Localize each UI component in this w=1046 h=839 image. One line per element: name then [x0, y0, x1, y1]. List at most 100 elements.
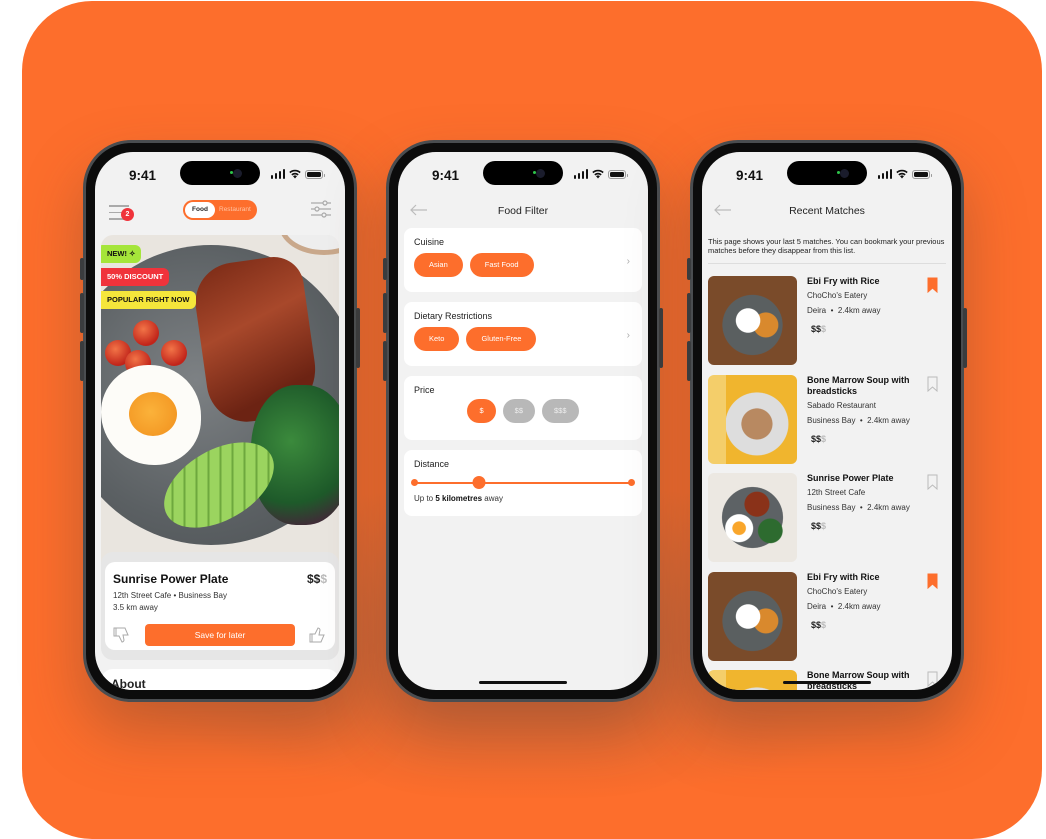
nav-bar: Food Filter: [398, 196, 648, 226]
chip-fast-food[interactable]: Fast Food: [469, 253, 534, 277]
dynamic-island: [180, 161, 260, 185]
distance-slider[interactable]: [411, 475, 635, 491]
match-item[interactable]: Bone Marrow Soup with breadsticksSabado …: [708, 374, 946, 474]
bookmark-filled-icon[interactable]: [927, 277, 938, 293]
tag-discount: 50% DISCOUNT: [101, 268, 170, 286]
page-title: Food Filter: [497, 205, 549, 217]
price-option-3[interactable]: $$$: [542, 399, 579, 423]
match-title: Ebi Fry with Rice: [807, 571, 880, 582]
wifi-icon: [896, 169, 908, 179]
distance-card: Distance Up to 5 kilometres away: [404, 450, 642, 516]
price-option-2[interactable]: $$: [502, 399, 535, 423]
status-bar: 9:41: [398, 152, 648, 192]
match-photo: [708, 473, 797, 562]
chevron-right-icon[interactable]: ›: [627, 330, 630, 341]
match-location: Deira • 2.4km away: [807, 601, 881, 611]
match-title: Ebi Fry with Rice: [807, 276, 880, 286]
chevron-right-icon[interactable]: ›: [627, 256, 630, 267]
thumbs-up-icon[interactable]: [309, 626, 327, 644]
bookmark-icon[interactable]: [927, 376, 938, 392]
dynamic-island: [787, 161, 867, 185]
thumbs-down-icon[interactable]: [113, 626, 131, 644]
battery-icon: [305, 170, 325, 179]
bookmark-filled-icon[interactable]: [927, 573, 938, 589]
nav-bar: Recent Matches: [702, 196, 952, 226]
page-description: This page shows your last 5 matches. You…: [708, 237, 946, 264]
cuisine-label: Cuisine: [414, 237, 445, 247]
status-bar: 9:41: [95, 152, 345, 192]
match-item[interactable]: Ebi Fry with Rice ChoCho's Eatery Deira • …: [708, 571, 946, 671]
toggle-food[interactable]: Food: [185, 202, 215, 218]
page-title: Recent Matches: [789, 205, 865, 217]
match-location: Business Bay • 2.4km away: [807, 503, 910, 512]
price-card: Price $ $$ $$$: [404, 376, 642, 440]
about-heading: About: [111, 677, 146, 690]
bookmark-icon[interactable]: [927, 474, 938, 490]
toggle-restaurant[interactable]: Restaurant: [219, 202, 251, 218]
status-time: 9:41: [129, 168, 157, 183]
matches-list: Ebi Fry with Rice ChoCho's Eatery Deira • …: [708, 276, 946, 690]
match-restaurant: ChoCho's Eatery: [807, 291, 868, 300]
dish-card: Sunrise Power Plate $$$ 12th Street Cafe…: [105, 562, 335, 650]
screen: 9:41 2 Food Restaurant NEW! ✧ 50% DISCOU…: [95, 152, 345, 690]
match-item[interactable]: Bone Marrow Soup with breadsticksSabado …: [708, 670, 946, 690]
phone-recent-matches: 9:41 Recent Matches This page shows your…: [687, 140, 967, 702]
screen: 9:41 Recent Matches This page shows your…: [702, 152, 952, 690]
dish-price: $$$: [306, 572, 327, 586]
dietary-label: Dietary Restrictions: [414, 311, 493, 321]
dish-distance: 3.5 km away: [113, 603, 158, 612]
dish-restaurant: 12th Street Cafe • Business Bay: [113, 591, 227, 600]
home-indicator: [783, 681, 871, 684]
chip-gluten-free[interactable]: Gluten-Free: [466, 327, 537, 351]
phone-food-swipe: 9:41 2 Food Restaurant NEW! ✧ 50% DISCOU…: [80, 140, 360, 702]
price-option-1[interactable]: $: [467, 399, 496, 423]
tag-new: NEW! ✧: [101, 245, 142, 263]
match-photo: [708, 670, 797, 690]
battery-icon: [608, 170, 628, 179]
status-time: 9:41: [432, 168, 460, 183]
sparkle-icon: ✧: [129, 249, 136, 258]
cuisine-card[interactable]: Cuisine Asian Fast Food ›: [404, 228, 642, 292]
home-indicator: [479, 681, 567, 684]
screen: 9:41 Food Filter Cuisine Asian Fast Food…: [398, 152, 648, 690]
match-location: Deira • 2.4km away: [807, 306, 881, 315]
chip-asian[interactable]: Asian: [414, 253, 463, 277]
match-item[interactable]: Sunrise Power Plate 12th Street Cafe Busin…: [708, 473, 946, 572]
dynamic-island: [483, 161, 563, 185]
match-title: Bone Marrow Soup with breadsticks: [807, 670, 910, 690]
match-price: $$$: [811, 324, 827, 334]
match-title: Sunrise Power Plate: [807, 473, 894, 483]
status-bar: 9:41: [702, 152, 952, 192]
distance-label: Distance: [414, 459, 450, 469]
match-price: $$$: [811, 619, 827, 630]
wifi-icon: [592, 169, 604, 179]
wifi-icon: [289, 169, 301, 179]
match-photo: [708, 374, 797, 464]
match-restaurant: 12th Street Cafe: [807, 488, 866, 497]
chip-keto[interactable]: Keto: [414, 327, 460, 351]
price-label: Price: [414, 385, 435, 395]
notification-badge: 2: [121, 208, 134, 221]
about-section: About: [101, 669, 339, 690]
status-time: 9:41: [736, 168, 764, 183]
dish-title: Sunrise Power Plate: [113, 572, 229, 586]
phone-food-filter: 9:41 Food Filter Cuisine Asian Fast Food…: [383, 140, 663, 702]
signal-icon: [270, 169, 285, 179]
slider-handle[interactable]: [472, 476, 486, 489]
match-item[interactable]: Ebi Fry with Rice ChoCho's Eatery Deira • …: [708, 276, 946, 375]
match-title: Bone Marrow Soup with breadsticks: [807, 374, 910, 396]
signal-icon: [573, 169, 588, 179]
dietary-card[interactable]: Dietary Restrictions Keto Gluten-Free ›: [404, 302, 642, 366]
match-restaurant: ChoCho's Eatery: [807, 586, 868, 596]
sliders-icon[interactable]: [311, 200, 331, 218]
match-photo: [708, 276, 797, 365]
food-restaurant-toggle[interactable]: Food Restaurant: [183, 200, 257, 220]
tag-popular: POPULAR RIGHT NOW: [101, 291, 196, 309]
save-for-later-button[interactable]: Save for later: [145, 624, 295, 646]
bookmark-icon[interactable]: [927, 671, 938, 687]
signal-icon: [877, 169, 892, 179]
match-price: $$$: [811, 521, 827, 531]
battery-icon: [912, 170, 932, 179]
match-location: Business Bay • 2.4km away: [807, 415, 910, 425]
distance-note: Up to 5 kilometres away: [414, 494, 503, 503]
